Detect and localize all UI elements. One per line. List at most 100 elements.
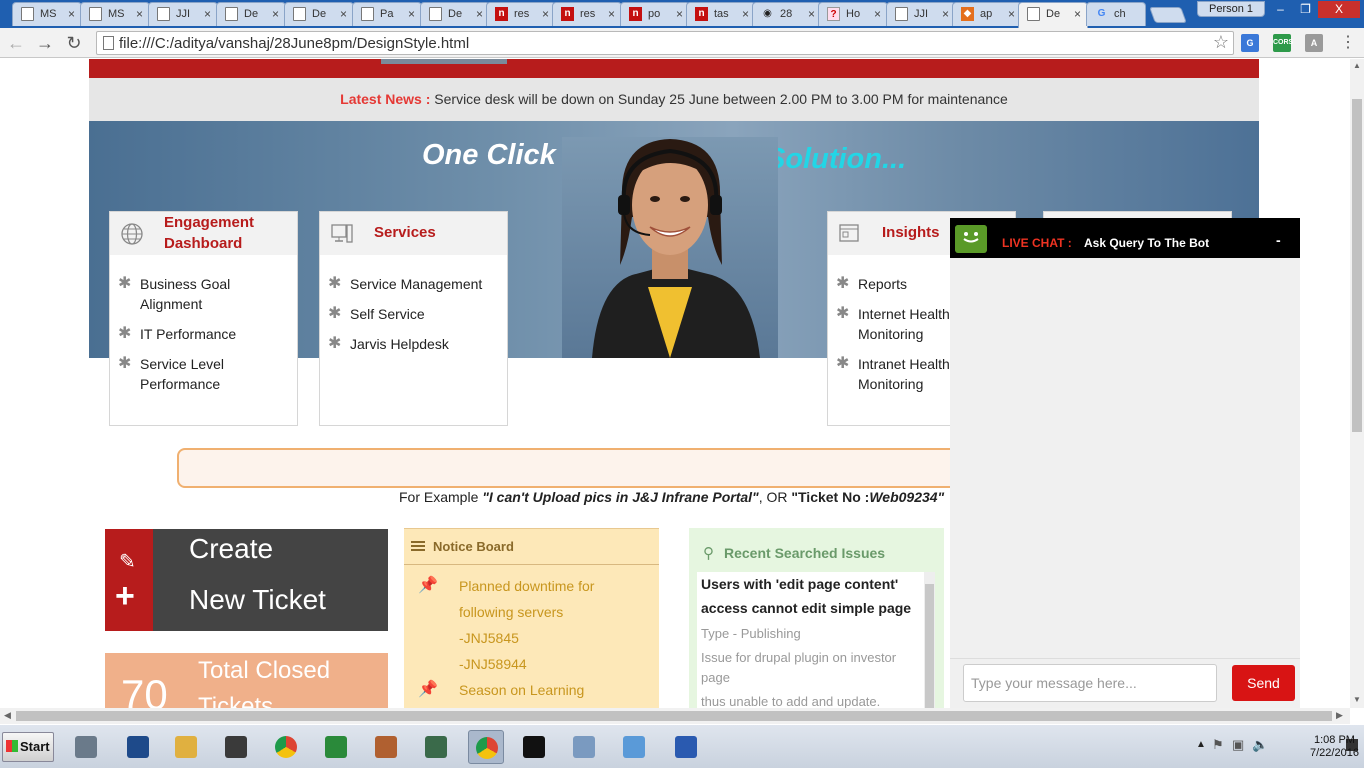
issue-type: Type - Publishing — [701, 626, 801, 641]
browser-tab[interactable]: MS × — [12, 2, 82, 26]
volume-icon[interactable]: 🔈 — [1252, 737, 1268, 753]
system-clock[interactable]: 1:08 PM 7/22/2016 — [1310, 734, 1359, 760]
create-ticket-button[interactable]: ✎ + Create New Ticket — [105, 529, 388, 631]
close-tab-icon[interactable]: × — [608, 7, 615, 21]
close-tab-icon[interactable]: × — [742, 7, 749, 21]
globe-icon — [121, 223, 143, 245]
search-input[interactable] — [177, 448, 977, 488]
forward-icon[interactable]: → — [33, 32, 57, 54]
browser-tab[interactable]: De × — [284, 2, 354, 26]
browser-tab[interactable]: ◆ ap × — [952, 2, 1022, 26]
close-tab-icon[interactable]: × — [272, 7, 279, 21]
taskbar-app-button[interactable] — [168, 730, 204, 764]
address-bar[interactable]: file:///C:/aditya/vanshaj/28June8pm/Desi… — [96, 31, 1234, 55]
asterisk-bullet-icon: ✱ — [118, 325, 132, 342]
scroll-left-icon[interactable]: ◀ — [4, 710, 11, 721]
browser-tab[interactable]: MS × — [80, 2, 150, 26]
issue-title[interactable]: Users with 'edit page content' access ca… — [701, 572, 925, 620]
scroll-down-icon[interactable]: ▼ — [1353, 695, 1361, 704]
close-tab-icon[interactable]: × — [1074, 7, 1081, 21]
start-button[interactable]: Start — [2, 732, 54, 762]
angular-icon[interactable]: A — [1305, 34, 1323, 52]
chat-minimize-button[interactable]: - — [1276, 232, 1281, 248]
total-closed-tickets-tile[interactable]: 70 Total Closed Tickets — [105, 653, 388, 708]
new-tab-button[interactable] — [1149, 7, 1187, 23]
list-item[interactable]: ✱ Self Service — [328, 304, 503, 324]
taskbar-app-button[interactable] — [120, 730, 156, 764]
reload-icon[interactable]: ↻ — [62, 32, 86, 54]
tab-title: Pa — [380, 8, 394, 20]
bookmark-star-icon[interactable]: ☆ — [1213, 32, 1229, 53]
list-item[interactable]: ✱ IT Performance — [118, 324, 293, 344]
taskbar-app-button[interactable] — [68, 730, 104, 764]
minimize-button[interactable]: – — [1268, 1, 1293, 18]
close-tab-icon[interactable]: × — [68, 7, 75, 21]
red-n-icon: n — [629, 7, 642, 21]
close-tab-icon[interactable]: × — [1008, 7, 1015, 21]
taskbar-app-button[interactable] — [616, 730, 652, 764]
close-tab-icon[interactable]: × — [476, 7, 483, 21]
browser-tab[interactable]: De × — [420, 2, 490, 26]
taskbar-app-button[interactable] — [668, 730, 704, 764]
browser-tab[interactable]: n po × — [620, 2, 690, 26]
scroll-thumb[interactable] — [16, 711, 1332, 721]
scroll-thumb[interactable] — [925, 584, 934, 708]
list-item[interactable]: ✱ Service Management — [328, 274, 503, 294]
send-button[interactable]: Send — [1232, 665, 1295, 701]
taskbar-app-button[interactable] — [318, 730, 354, 764]
browser-tab[interactable]: JJI × — [148, 2, 218, 26]
browser-tab[interactable]: De × — [1018, 2, 1088, 28]
chat-message-input[interactable] — [963, 664, 1217, 702]
close-tab-icon[interactable]: × — [204, 7, 211, 21]
menu-icon[interactable]: ⋮ — [1336, 32, 1360, 54]
close-tab-icon[interactable]: × — [136, 7, 143, 21]
taskbar-app-button[interactable] — [368, 730, 404, 764]
browser-tab[interactable]: JJI × — [886, 2, 956, 26]
browser-tab[interactable]: n res × — [486, 2, 556, 26]
action-center-flag-icon[interactable]: ⚑ — [1212, 737, 1224, 753]
network-icon — [425, 736, 447, 758]
close-tab-icon[interactable]: × — [408, 7, 415, 21]
card-title[interactable]: Engagement Dashboard — [164, 212, 254, 254]
show-hidden-icons[interactable]: ▲ — [1196, 739, 1206, 750]
taskbar-app-button[interactable] — [516, 730, 552, 764]
close-tab-icon[interactable]: × — [942, 7, 949, 21]
card-title[interactable]: Services — [374, 222, 436, 243]
profile-button[interactable]: Person 1 — [1197, 1, 1265, 17]
restore-button[interactable]: ❐ — [1293, 1, 1318, 18]
chat-header[interactable]: LIVE CHAT : Ask Query To The Bot - — [950, 218, 1300, 258]
translate-icon[interactable]: G — [1241, 34, 1259, 52]
browser-tab[interactable]: Pa × — [352, 2, 422, 26]
list-item[interactable]: ✱ Jarvis Helpdesk — [328, 334, 503, 354]
taskbar-app-button[interactable] — [268, 730, 304, 764]
close-tab-icon[interactable]: × — [808, 7, 815, 21]
recent-scrollbar[interactable] — [924, 572, 935, 708]
list-item[interactable]: ✱ Service Level Performance — [118, 354, 293, 394]
browser-tab[interactable]: n res × — [552, 2, 622, 26]
cors-icon[interactable]: CORS — [1273, 34, 1293, 52]
vertical-scrollbar[interactable]: ▲ ▼ — [1350, 59, 1364, 708]
scroll-thumb[interactable] — [1352, 99, 1362, 432]
browser-tab[interactable]: Gch — [1086, 2, 1146, 26]
close-tab-icon[interactable]: × — [874, 7, 881, 21]
taskbar-app-button[interactable] — [418, 730, 454, 764]
browser-tab[interactable]: n tas × — [686, 2, 756, 26]
taskbar-app-button[interactable] — [218, 730, 254, 764]
browser-tab[interactable]: ? Ho × — [818, 2, 888, 26]
network-tray-icon[interactable]: ▣ — [1232, 737, 1244, 753]
taskbar-app-button[interactable] — [566, 730, 602, 764]
browser-tab[interactable]: De × — [216, 2, 286, 26]
close-tab-icon[interactable]: × — [676, 7, 683, 21]
browser-tab[interactable]: ◉ 28 × — [752, 2, 822, 26]
close-window-button[interactable]: X — [1318, 1, 1360, 18]
back-icon[interactable]: ← — [4, 32, 28, 54]
taskbar-app-button[interactable] — [468, 730, 504, 764]
url-text[interactable]: file:///C:/aditya/vanshaj/28June8pm/Desi… — [119, 35, 469, 52]
horizontal-scrollbar[interactable]: ◀ ▶ — [0, 708, 1350, 724]
list-item[interactable]: ✱ Business Goal Alignment — [118, 274, 293, 314]
close-tab-icon[interactable]: × — [542, 7, 549, 21]
close-tab-icon[interactable]: × — [340, 7, 347, 21]
scroll-right-icon[interactable]: ▶ — [1336, 710, 1343, 721]
card-title[interactable]: Insights — [882, 222, 940, 243]
scroll-up-icon[interactable]: ▲ — [1353, 61, 1361, 70]
